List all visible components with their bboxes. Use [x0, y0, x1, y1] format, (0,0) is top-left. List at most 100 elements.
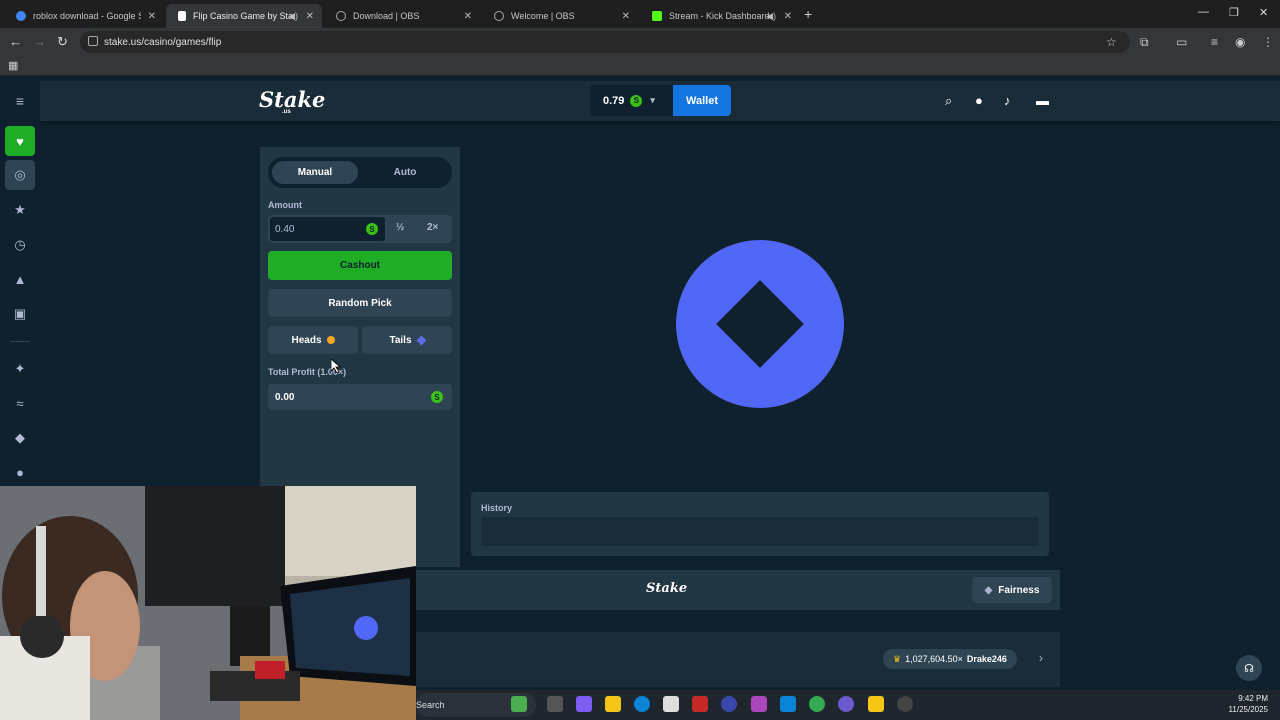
- forward-icon[interactable]: →: [33, 34, 46, 49]
- task-view-icon[interactable]: [547, 696, 563, 712]
- close-icon[interactable]: ✕: [306, 11, 314, 22]
- close-icon[interactable]: ✕: [784, 11, 792, 22]
- chrome-icon[interactable]: [809, 696, 825, 712]
- browser-tab-strip: roblox download - Google Sea ✕ Flip Casi…: [0, 0, 1280, 28]
- my-bets-icon[interactable]: ▣: [10, 304, 30, 324]
- clock-date: 11/25/2025: [1228, 705, 1268, 714]
- slots-icon[interactable]: ≈: [10, 393, 30, 413]
- big-win-amount: 1,027,604.50×: [905, 654, 963, 664]
- wallet-button[interactable]: Wallet: [673, 85, 731, 116]
- sidebar-divider: [10, 341, 30, 342]
- double-button[interactable]: 2×: [427, 222, 438, 233]
- site-info-icon[interactable]: [88, 36, 98, 46]
- tab-google-search[interactable]: roblox download - Google Sea ✕: [4, 4, 164, 28]
- sports-icon[interactable]: ◎: [5, 160, 35, 190]
- support-headset-icon[interactable]: ☊: [1236, 655, 1262, 681]
- tab-label: Flip Casino Game by Stake.u: [193, 11, 293, 21]
- half-button[interactable]: ½: [396, 222, 404, 233]
- balance-amount: 0.79: [603, 94, 625, 107]
- tab-stake-flip[interactable]: Flip Casino Game by Stake.u ◀) ✕: [166, 4, 322, 28]
- casino-icon[interactable]: ♥: [5, 126, 35, 156]
- hot-fire-icon[interactable]: ◆: [10, 428, 30, 448]
- trophy-icon: ♛: [893, 653, 902, 664]
- close-icon[interactable]: ✕: [622, 11, 630, 22]
- tab-label: Welcome | OBS: [511, 11, 575, 21]
- cashout-button[interactable]: Cashout: [268, 251, 452, 280]
- mcafee-icon[interactable]: [692, 696, 708, 712]
- notifications-bell-icon[interactable]: ♪: [1004, 93, 1011, 108]
- search-icon[interactable]: ⌕: [945, 93, 952, 109]
- tab-kick-dashboard[interactable]: Stream - Kick Dashboard ◀) ✕: [640, 4, 800, 28]
- history-label: History: [481, 503, 513, 513]
- heads-coin-icon: [326, 336, 335, 344]
- mouse-cursor-icon: [331, 359, 341, 373]
- google-icon: [16, 11, 26, 21]
- apps-grid-icon[interactable]: ▦: [8, 59, 18, 72]
- live-casino-icon[interactable]: ●: [10, 462, 30, 482]
- minimize-icon[interactable]: —: [1198, 6, 1209, 18]
- recent-clock-icon[interactable]: ◷: [10, 235, 30, 255]
- tab-obs-welcome[interactable]: Welcome | OBS ✕: [482, 4, 638, 28]
- tab-manual[interactable]: Manual: [272, 161, 358, 184]
- stake-logo-suffix: .us: [282, 109, 291, 115]
- originals-sparkle-icon[interactable]: ✦: [10, 359, 30, 379]
- tails-diamond-icon: [416, 335, 426, 345]
- address-bar[interactable]: stake.us/casino/games/flip: [80, 31, 1130, 53]
- stake-favicon-icon: [178, 11, 186, 21]
- extensions-icon[interactable]: ⧉: [1140, 35, 1149, 50]
- reload-icon[interactable]: ↻: [57, 34, 68, 50]
- store-icon[interactable]: [663, 696, 679, 712]
- user-icon[interactable]: ●: [975, 93, 983, 108]
- taskbar-search-label: Search: [416, 700, 445, 710]
- bookmark-star-icon[interactable]: ☆: [1106, 35, 1117, 49]
- app-icon[interactable]: [897, 696, 913, 712]
- copilot-icon[interactable]: [576, 696, 592, 712]
- rockstar-icon[interactable]: [868, 696, 884, 712]
- outlook-icon[interactable]: [780, 696, 796, 712]
- tails-button[interactable]: Tails: [362, 326, 452, 354]
- obs-icon[interactable]: [838, 696, 854, 712]
- widgets-icon[interactable]: [511, 696, 527, 712]
- balance-selector[interactable]: 0.79 S ▾: [590, 85, 674, 116]
- cast-icon[interactable]: ▭: [1176, 35, 1187, 49]
- app-icon[interactable]: [721, 696, 737, 712]
- kick-icon: [652, 11, 662, 21]
- big-win-badge[interactable]: ♛ 1,027,604.50× Drake246: [883, 649, 1017, 669]
- heads-button[interactable]: Heads: [268, 326, 358, 354]
- fairness-button[interactable]: ◈ Fairness: [972, 577, 1052, 603]
- total-profit-value: 0.00: [275, 391, 295, 403]
- chat-icon[interactable]: ▬: [1036, 93, 1049, 108]
- tab-auto[interactable]: Auto: [362, 161, 448, 184]
- stake-logo[interactable]: Stake: [259, 87, 325, 112]
- close-icon[interactable]: ✕: [148, 11, 156, 22]
- file-explorer-icon[interactable]: [605, 696, 621, 712]
- bookmarks-bar: ▦: [0, 56, 1280, 76]
- window-close-icon[interactable]: ✕: [1259, 6, 1268, 19]
- speaker-icon[interactable]: ◀): [288, 11, 298, 22]
- menu-hamburger-icon[interactable]: ≡: [10, 91, 30, 111]
- taskbar-clock[interactable]: 9:42 PM 11/25/2025: [1212, 693, 1268, 715]
- sweeps-coin-icon: S: [431, 391, 443, 403]
- chevron-down-icon: ▾: [650, 95, 655, 105]
- speaker-icon[interactable]: ◀): [766, 11, 776, 22]
- back-icon[interactable]: ←: [9, 34, 22, 49]
- profile-icon[interactable]: ◉: [1235, 35, 1245, 49]
- chevron-right-icon[interactable]: ›: [1039, 651, 1043, 665]
- favourites-star-icon[interactable]: ★: [10, 200, 30, 220]
- tab-obs-download[interactable]: Download | OBS ✕: [324, 4, 480, 28]
- media-icon[interactable]: ≡: [1211, 35, 1218, 49]
- edge-icon[interactable]: [634, 696, 650, 712]
- globe-icon: [494, 11, 504, 21]
- close-icon[interactable]: ✕: [464, 11, 472, 22]
- restore-icon[interactable]: ❐: [1229, 6, 1239, 19]
- menu-icon[interactable]: ⋮: [1262, 35, 1274, 49]
- clock-time: 9:42 PM: [1238, 694, 1268, 703]
- url-text: stake.us/casino/games/flip: [104, 36, 222, 48]
- big-win-user: Drake246: [966, 654, 1007, 664]
- random-pick-button[interactable]: Random Pick: [268, 289, 452, 317]
- app-icon[interactable]: [751, 696, 767, 712]
- new-tab-icon[interactable]: +: [804, 6, 812, 22]
- sweeps-coin-icon: S: [366, 223, 378, 235]
- challenges-flask-icon[interactable]: ▲: [10, 269, 30, 289]
- sweeps-coin-icon: S: [630, 94, 643, 107]
